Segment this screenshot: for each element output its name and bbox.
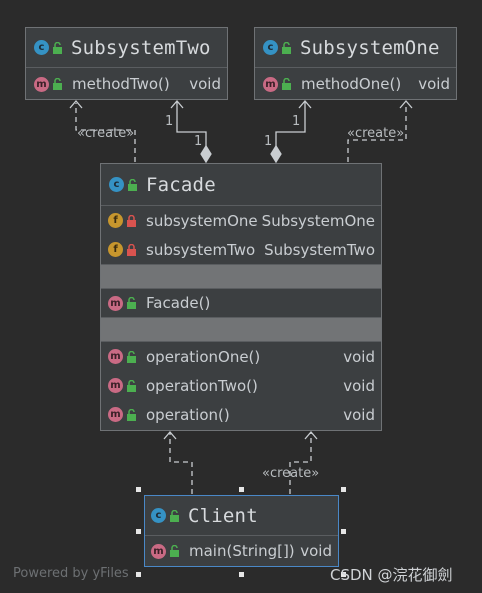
class-name: SubsystemTwo	[71, 36, 211, 59]
method-row[interactable]: m methodOne() void	[255, 68, 456, 100]
method-name: operation()	[146, 405, 230, 424]
field-type: SubsystemOne	[261, 211, 375, 230]
class-header: c SubsystemTwo	[26, 28, 227, 68]
arrowhead-create-subsystemtwo	[69, 100, 83, 109]
composition-edge-facade-subsystemone	[275, 102, 306, 150]
public-visibility-icon	[170, 509, 179, 522]
method-name: methodTwo()	[72, 75, 170, 93]
selection-handle-sw[interactable]	[136, 572, 141, 577]
selection-handle-e[interactable]	[341, 529, 346, 534]
class-icon: c	[34, 40, 49, 55]
private-visibility-icon	[127, 214, 136, 227]
diamond-facade-subsystemtwo	[200, 144, 212, 164]
class-subsystemtwo[interactable]: c SubsystemTwo m methodTwo() void	[25, 27, 228, 100]
credit-text: CSDN @浣花御劍	[330, 566, 453, 584]
multiplicity-label-1c: 1	[292, 114, 301, 129]
create-label-subsystemtwo: «create»	[77, 126, 135, 141]
return-type: void	[418, 75, 450, 93]
constructor-name: Facade()	[146, 294, 211, 312]
multiplicity-label-1b: 1	[194, 134, 203, 149]
field-icon: f	[108, 242, 123, 257]
method-row[interactable]: m operationOne() void	[101, 342, 381, 371]
class-header: c Client	[145, 496, 338, 536]
method-icon: m	[108, 295, 123, 311]
class-name: Facade	[146, 173, 216, 196]
public-visibility-icon	[282, 78, 291, 90]
selection-handle-s[interactable]	[239, 572, 244, 577]
field-row[interactable]: f subsystemOne SubsystemOne	[101, 206, 381, 235]
create-label-subsystemone: «create»	[347, 126, 405, 141]
private-visibility-icon	[127, 243, 136, 256]
class-facade[interactable]: c Facade f subsystemOne SubsystemOne f s…	[100, 163, 382, 431]
return-type: void	[343, 405, 375, 424]
class-subsystemone[interactable]: c SubsystemOne m methodOne() void	[254, 27, 457, 100]
class-header: c SubsystemOne	[255, 28, 456, 68]
arrowhead-create-subsystemone	[399, 100, 413, 109]
return-type: void	[343, 347, 375, 366]
class-name: Client	[188, 504, 258, 527]
method-icon: m	[263, 76, 278, 92]
class-name: SubsystemOne	[300, 36, 440, 59]
method-name: operationOne()	[146, 347, 261, 366]
method-icon: m	[108, 407, 123, 422]
return-type: void	[300, 542, 332, 560]
public-visibility-icon	[127, 297, 136, 309]
selection-handle-n[interactable]	[239, 487, 244, 492]
watermark: Powered by yFiles	[13, 566, 129, 581]
method-icon: m	[34, 76, 49, 92]
public-visibility-icon	[127, 408, 136, 421]
method-icon: m	[108, 378, 123, 393]
dependency-edge-client-facade	[169, 433, 193, 494]
field-name: subsystemOne	[146, 211, 258, 230]
multiplicity-label-1d: 1	[264, 134, 273, 149]
field-row[interactable]: f subsystemTwo SubsystemTwo	[101, 235, 381, 264]
class-header: c Facade	[101, 164, 381, 206]
selection-handle-w[interactable]	[136, 529, 141, 534]
method-icon: m	[108, 349, 123, 364]
field-name: subsystemTwo	[146, 240, 256, 259]
public-visibility-icon	[53, 78, 62, 90]
constructor-row[interactable]: m Facade()	[101, 289, 381, 317]
public-visibility-icon	[170, 545, 179, 557]
field-icon: f	[108, 213, 123, 228]
multiplicity-label-1a: 1	[165, 114, 174, 129]
method-name: main(String[])	[189, 542, 295, 560]
class-icon: c	[151, 508, 166, 523]
public-visibility-icon	[127, 379, 136, 392]
public-visibility-icon	[53, 41, 62, 54]
create-edge-client-facade	[289, 433, 312, 494]
class-client[interactable]: c Client m main(String[]) void	[144, 495, 339, 567]
selection-handle-ne[interactable]	[341, 487, 346, 492]
public-visibility-icon	[127, 350, 136, 363]
section-divider	[101, 264, 381, 289]
method-name: operationTwo()	[146, 376, 258, 395]
public-visibility-icon	[282, 41, 291, 54]
method-name: methodOne()	[301, 75, 402, 93]
field-type: SubsystemTwo	[264, 240, 375, 259]
diamond-facade-subsystemone	[270, 144, 282, 164]
section-divider	[101, 317, 381, 342]
class-icon: c	[109, 177, 124, 192]
method-row[interactable]: m methodTwo() void	[26, 68, 227, 100]
method-row[interactable]: m operation() void	[101, 400, 381, 429]
method-row[interactable]: m operationTwo() void	[101, 371, 381, 400]
class-icon: c	[263, 40, 278, 55]
create-label-client: «create»	[262, 466, 320, 481]
return-type: void	[189, 75, 221, 93]
selection-handle-nw[interactable]	[136, 487, 141, 492]
method-icon: m	[151, 543, 166, 559]
method-row[interactable]: m main(String[]) void	[145, 536, 338, 566]
return-type: void	[343, 376, 375, 395]
public-visibility-icon	[128, 178, 137, 191]
